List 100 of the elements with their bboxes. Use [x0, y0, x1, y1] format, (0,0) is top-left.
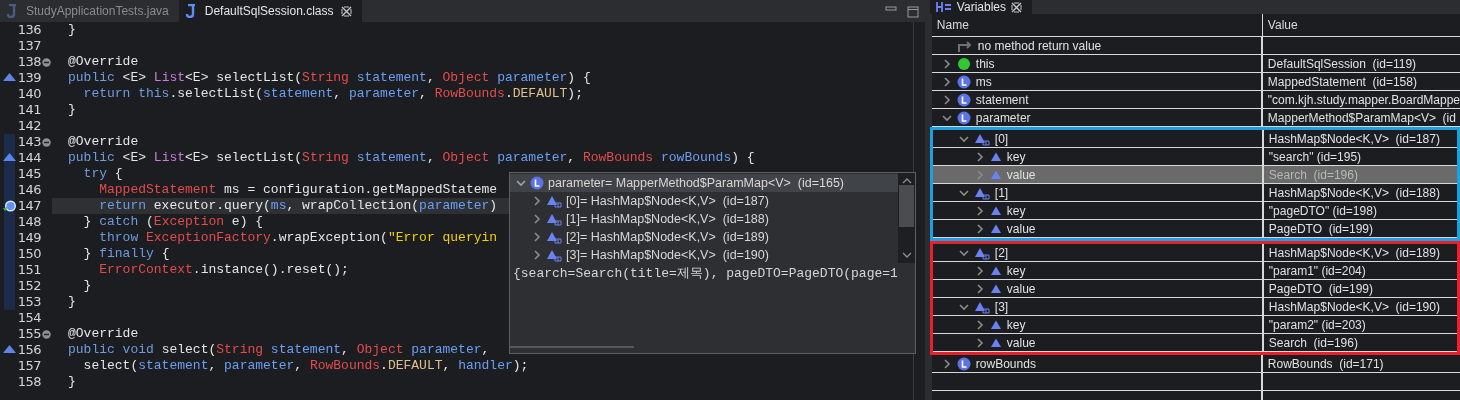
- override-icon: [3, 344, 16, 354]
- chevron-down-icon[interactable]: [516, 178, 526, 188]
- scrollbar[interactable]: [898, 173, 915, 263]
- line-number: 143: [16, 134, 41, 150]
- chevron-right-icon[interactable]: [974, 265, 985, 276]
- variables-tab[interactable]: Variables: [929, 0, 1032, 14]
- chevron-down-icon[interactable]: [941, 112, 952, 123]
- local-variable-icon: [956, 92, 971, 107]
- local-variable-icon: [956, 110, 971, 125]
- fold-icon[interactable]: [41, 57, 51, 67]
- popup-row-label: parameter= MapperMethod$ParamMap<V> (id=165): [548, 176, 844, 190]
- column-header[interactable]: Value: [1262, 14, 1460, 36]
- variable-value: HashMap$Node<K,V> (id=188): [1268, 185, 1440, 200]
- variable-row[interactable]: value PageDTO (id=199): [932, 280, 1457, 298]
- java-file-icon: [184, 4, 197, 18]
- chevron-right-icon[interactable]: [974, 337, 985, 348]
- variable-value: PageDTO (id=199): [1268, 281, 1374, 296]
- variable-row[interactable]: parameter MapperMethod$ParamMap<V> (id: [931, 109, 1460, 127]
- code-line: @Override: [68, 134, 139, 150]
- variable-row[interactable]: key "param1" (id=204): [932, 262, 1457, 280]
- popup-row-label: [3]= HashMap$Node<K,V> (id=190): [566, 248, 769, 262]
- variable-row[interactable]: [1] HashMap$Node<K,V> (id=188): [932, 184, 1457, 202]
- line-number: 137: [16, 38, 41, 54]
- line-number: 144: [16, 150, 41, 166]
- variable-row[interactable]: value Search (id=196): [932, 166, 1457, 184]
- chevron-right-icon[interactable]: [941, 358, 952, 369]
- field-icon: [989, 336, 1002, 349]
- line-number: 140: [16, 86, 41, 102]
- variable-value: "param1" (id=204): [1268, 263, 1366, 278]
- variable-name: key: [1006, 203, 1026, 218]
- fold-icon[interactable]: [41, 329, 51, 339]
- popup-tree-row[interactable]: [2]= HashMap$Node<K,V> (id=189): [510, 228, 898, 246]
- variable-value: PageDTO (id=199): [1268, 221, 1374, 236]
- variable-row[interactable]: [2] HashMap$Node<K,V> (id=189): [932, 244, 1457, 262]
- variable-row[interactable]: value PageDTO (id=199): [932, 220, 1457, 238]
- line-number: 156: [16, 342, 41, 358]
- editor-tab[interactable]: DefaultSqlSession.class: [178, 0, 363, 22]
- variable-row[interactable]: statement "com.kjh.study.mapper.BoardMappe: [931, 91, 1460, 109]
- popup-row-label: [0]= HashMap$Node<K,V> (id=187): [566, 194, 769, 208]
- chevron-right-icon[interactable]: [974, 223, 985, 234]
- variables-view-icon: [935, 1, 952, 13]
- variable-row[interactable]: ms MappedStatement (id=158): [931, 73, 1460, 91]
- fold-icon[interactable]: [41, 137, 51, 147]
- map-entry-icon: [546, 248, 562, 262]
- code-line: public <E> List<E> selectList(String statement, Object parameter) {: [68, 70, 591, 86]
- chevron-right-icon[interactable]: [974, 319, 985, 330]
- popup-tree-row[interactable]: [0]= HashMap$Node<K,V> (id=187): [510, 192, 898, 210]
- code-line: MappedStatement ms = configuration.getMappedStateme: [98, 182, 498, 198]
- variable-name: [0]: [994, 131, 1009, 146]
- variable-row[interactable]: [3] HashMap$Node<K,V> (id=190): [932, 298, 1457, 316]
- variable-name: ms: [975, 74, 992, 89]
- popup-row-label: [1]= HashMap$Node<K,V> (id=188): [566, 212, 769, 226]
- code-line: select(statement, parameter, RowBounds.DEFAULT, handler);: [82, 358, 529, 374]
- variable-name: rowBounds: [975, 356, 1036, 371]
- popup-tree-row[interactable]: parameter= MapperMethod$ParamMap<V> (id=165): [510, 174, 898, 192]
- variable-row[interactable]: no method return value: [931, 37, 1460, 55]
- chevron-down-icon[interactable]: [958, 133, 969, 144]
- variable-row[interactable]: key "pageDTO" (id=198): [932, 202, 1457, 220]
- variable-name: key: [1006, 149, 1026, 164]
- variable-row[interactable]: this DefaultSqlSession (id=119): [931, 55, 1460, 73]
- line-number: 158: [16, 374, 41, 390]
- chevron-right-icon[interactable]: [941, 76, 952, 87]
- variable-row[interactable]: value Search (id=196): [932, 334, 1457, 352]
- scroll-up-icon[interactable]: [901, 177, 912, 185]
- chevron-right-icon[interactable]: [941, 94, 952, 105]
- variable-name: value: [1006, 281, 1036, 296]
- line-number: 153: [16, 294, 41, 310]
- popup-tree-row[interactable]: [3]= HashMap$Node<K,V> (id=190): [510, 246, 898, 264]
- chevron-right-icon[interactable]: [974, 205, 985, 216]
- field-icon: [989, 204, 1002, 217]
- code-line: @Override: [68, 54, 139, 70]
- variable-row[interactable]: key "param2" (id=203): [932, 316, 1457, 334]
- line-number: 146: [16, 182, 41, 198]
- scroll-down-icon[interactable]: [901, 251, 912, 259]
- variable-row[interactable]: key "search" (id=195): [932, 148, 1457, 166]
- chevron-down-icon[interactable]: [958, 247, 969, 258]
- variable-name: statement: [975, 92, 1029, 107]
- popup-row-label: [2]= HashMap$Node<K,V> (id=189): [566, 230, 769, 244]
- local-variable-icon: [530, 176, 544, 190]
- popup-tree-row[interactable]: [1]= HashMap$Node<K,V> (id=188): [510, 210, 898, 228]
- local-variable-icon: [956, 356, 971, 371]
- variable-row[interactable]: rowBounds RowBounds (id=171): [931, 355, 1460, 373]
- code-line: ErrorContext.instance().reset();: [98, 262, 349, 278]
- close-icon[interactable]: [341, 5, 353, 17]
- chevron-down-icon[interactable]: [958, 301, 969, 312]
- code-line: @Override: [68, 326, 139, 342]
- chevron-down-icon[interactable]: [958, 187, 969, 198]
- code-line: }: [68, 294, 76, 310]
- line-number: 157: [16, 358, 41, 374]
- horizontal-scrollbar[interactable]: [510, 346, 634, 348]
- variable-value: MappedStatement (id=158): [1267, 74, 1417, 89]
- code-line: return executor.query(ms, wrapCollection(parameter): [98, 198, 498, 214]
- chevron-right-icon[interactable]: [941, 58, 952, 69]
- chevron-right-icon[interactable]: [974, 283, 985, 294]
- variable-row[interactable]: [0] HashMap$Node<K,V> (id=187): [932, 130, 1457, 148]
- chevron-right-icon[interactable]: [974, 151, 985, 162]
- close-icon[interactable]: [1011, 1, 1022, 13]
- column-header[interactable]: Name: [931, 14, 1263, 36]
- map-entry-icon: [546, 194, 562, 208]
- variable-name: value: [1006, 221, 1036, 236]
